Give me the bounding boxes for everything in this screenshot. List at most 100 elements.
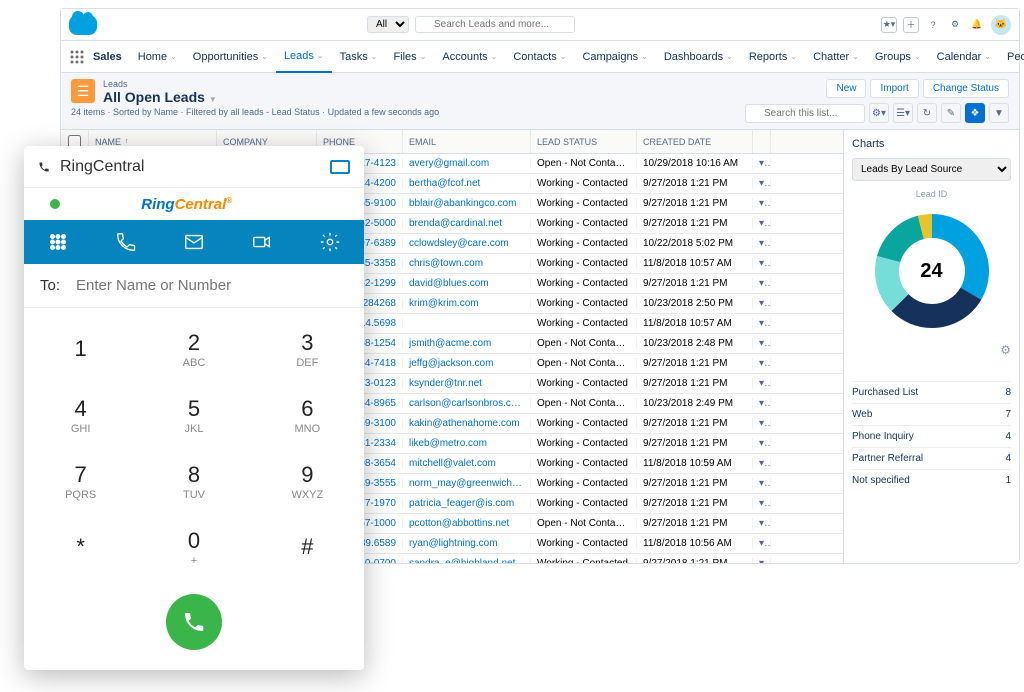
email-link[interactable]: krim@krim.com: [403, 298, 531, 309]
global-search-input[interactable]: [415, 16, 575, 33]
col-created[interactable]: CREATED DATE: [637, 130, 753, 153]
email-link[interactable]: jsmith@acme.com: [403, 338, 531, 349]
row-actions-icon[interactable]: ▾: [753, 318, 771, 329]
row-actions-icon[interactable]: ▾: [753, 338, 771, 349]
chevron-down-icon[interactable]: ▼: [209, 95, 217, 104]
nav-dashboards[interactable]: Dashboards⌄: [656, 41, 741, 73]
row-actions-icon[interactable]: ▾: [753, 218, 771, 229]
nav-groups[interactable]: Groups⌄: [867, 41, 929, 73]
email-link[interactable]: avery@gmail.com: [403, 158, 531, 169]
row-actions-icon[interactable]: ▾: [753, 518, 771, 529]
dial-input[interactable]: [76, 277, 348, 294]
key-2[interactable]: 2ABC: [137, 316, 250, 382]
nav-tasks[interactable]: Tasks⌄: [332, 41, 386, 73]
email-link[interactable]: bertha@fcof.net: [403, 178, 531, 189]
email-link[interactable]: mitchell@valet.com: [403, 458, 531, 469]
email-link[interactable]: norm_may@greenwich.net: [403, 478, 531, 489]
list-search-input[interactable]: [745, 104, 865, 123]
chart-settings-gear-icon[interactable]: ⚙: [852, 343, 1011, 357]
key-5[interactable]: 5JKL: [137, 382, 250, 448]
email-link[interactable]: bblair@abankingco.com: [403, 198, 531, 209]
email-link[interactable]: ryan@lightning.com: [403, 538, 531, 549]
nav-reports[interactable]: Reports⌄: [741, 41, 805, 73]
favorites-icon[interactable]: ★▾: [881, 17, 897, 33]
row-actions-icon[interactable]: ▾: [753, 178, 771, 189]
messages-icon[interactable]: [166, 231, 222, 253]
notifications-icon[interactable]: 🔔: [969, 17, 985, 33]
import-button[interactable]: Import: [870, 79, 918, 98]
app-launcher-icon[interactable]: [69, 49, 85, 65]
email-link[interactable]: pcotton@abbottins.net: [403, 518, 531, 529]
row-actions-icon[interactable]: ▾: [753, 498, 771, 509]
email-link[interactable]: cclowdsley@care.com: [403, 238, 531, 249]
nav-contacts[interactable]: Contacts⌄: [505, 41, 574, 73]
key-*[interactable]: *: [24, 514, 137, 580]
email-link[interactable]: sandra_e@highland.net: [403, 558, 531, 563]
key-0[interactable]: 0+: [137, 514, 250, 580]
charts-icon[interactable]: ❖: [965, 103, 985, 123]
key-9[interactable]: 9WXYZ: [251, 448, 364, 514]
dialpad-icon[interactable]: [30, 231, 86, 253]
nav-calendar[interactable]: Calendar⌄: [929, 41, 999, 73]
list-settings-gear-icon[interactable]: ⚙▾: [869, 103, 889, 123]
email-link[interactable]: patricia_feager@is.com: [403, 498, 531, 509]
key-3[interactable]: 3DEF: [251, 316, 364, 382]
key-1[interactable]: 1: [24, 316, 137, 382]
dock-icon[interactable]: [330, 160, 350, 174]
key-8[interactable]: 8TUV: [137, 448, 250, 514]
row-actions-icon[interactable]: ▾: [753, 478, 771, 489]
email-link[interactable]: david@blues.com: [403, 278, 531, 289]
calls-icon[interactable]: [98, 231, 154, 253]
key-6[interactable]: 6MNO: [251, 382, 364, 448]
row-actions-icon[interactable]: ▾: [753, 458, 771, 469]
add-icon[interactable]: ＋: [903, 17, 919, 33]
settings-gear-icon[interactable]: [302, 231, 358, 253]
email-link[interactable]: kakin@athenahome.com: [403, 418, 531, 429]
key-7[interactable]: 7PQRS: [24, 448, 137, 514]
refresh-icon[interactable]: ↻: [917, 103, 937, 123]
nav-leads[interactable]: Leads⌄: [276, 41, 332, 73]
filters-icon[interactable]: ▼: [989, 103, 1009, 123]
help-icon[interactable]: ?: [925, 17, 941, 33]
key-4[interactable]: 4GHI: [24, 382, 137, 448]
call-button[interactable]: [166, 594, 222, 650]
nav-campaigns[interactable]: Campaigns⌄: [574, 41, 655, 73]
change-status-button[interactable]: Change Status: [923, 79, 1009, 98]
email-link[interactable]: likeb@metro.com: [403, 438, 531, 449]
avatar[interactable]: 🐱: [991, 15, 1011, 35]
chart-source-select[interactable]: Leads By Lead Source: [852, 158, 1011, 181]
key-#[interactable]: #: [251, 514, 364, 580]
row-actions-icon[interactable]: ▾: [753, 438, 771, 449]
video-icon[interactable]: [234, 231, 290, 253]
nav-people[interactable]: People⌄: [999, 41, 1024, 73]
email-link[interactable]: brenda@cardinal.net: [403, 218, 531, 229]
row-actions-icon[interactable]: ▾: [753, 358, 771, 369]
row-actions-icon[interactable]: ▾: [753, 378, 771, 389]
col-email[interactable]: EMAIL: [403, 130, 531, 153]
col-status[interactable]: LEAD STATUS: [531, 130, 637, 153]
new-button[interactable]: New: [826, 79, 866, 98]
nav-opportunities[interactable]: Opportunities⌄: [185, 41, 276, 73]
row-actions-icon[interactable]: ▾: [753, 278, 771, 289]
email-link[interactable]: chris@town.com: [403, 258, 531, 269]
nav-chatter[interactable]: Chatter⌄: [805, 41, 867, 73]
email-link[interactable]: carlson@carlsonbros.com: [403, 398, 531, 409]
row-actions-icon[interactable]: ▾: [753, 198, 771, 209]
row-actions-icon[interactable]: ▾: [753, 558, 771, 563]
row-actions-icon[interactable]: ▾: [753, 418, 771, 429]
page-title[interactable]: All Open Leads: [103, 89, 205, 105]
setup-gear-icon[interactable]: ⚙: [947, 17, 963, 33]
row-actions-icon[interactable]: ▾: [753, 258, 771, 269]
edit-icon[interactable]: ✎: [941, 103, 961, 123]
email-link[interactable]: ksynder@tnr.net: [403, 378, 531, 389]
row-actions-icon[interactable]: ▾: [753, 538, 771, 549]
row-actions-icon[interactable]: ▾: [753, 238, 771, 249]
display-as-icon[interactable]: ☰▾: [893, 103, 913, 123]
nav-home[interactable]: Home⌄: [130, 41, 185, 73]
row-actions-icon[interactable]: ▾: [753, 158, 771, 169]
email-link[interactable]: jeffg@jackson.com: [403, 358, 531, 369]
row-actions-icon[interactable]: ▾: [753, 398, 771, 409]
row-actions-icon[interactable]: ▾: [753, 298, 771, 309]
nav-files[interactable]: Files⌄: [385, 41, 434, 73]
nav-accounts[interactable]: Accounts⌄: [434, 41, 505, 73]
